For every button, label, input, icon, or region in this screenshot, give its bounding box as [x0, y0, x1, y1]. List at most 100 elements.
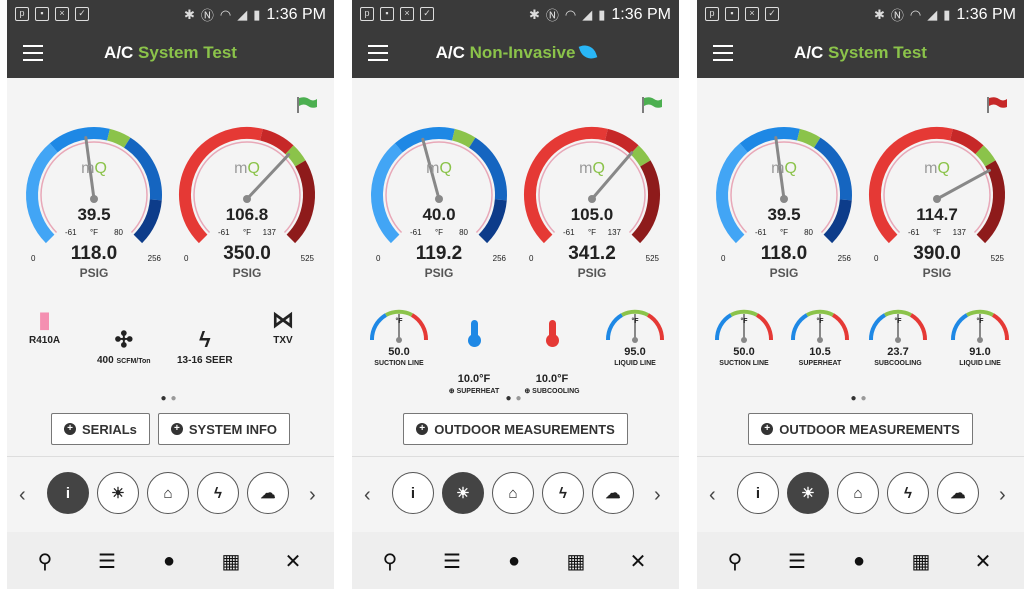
bluetooth-icon: ✱ — [873, 6, 885, 22]
info-category-button[interactable]: i — [392, 472, 434, 514]
subcooling-reading[interactable]: 10.0°F ⊕ SUBCOOLING — [514, 320, 590, 395]
low-pressure-max: 256 — [837, 254, 851, 263]
power-category-button[interactable]: ϟ — [197, 472, 239, 514]
high-pressure-unit: PSIG — [577, 266, 607, 280]
cloud-sun-icon: ☁ — [605, 485, 621, 502]
chart-icon[interactable]: ▦ — [907, 547, 935, 575]
chevron-right-icon[interactable]: › — [999, 484, 1006, 507]
low-pressure-unit: PSIG — [424, 266, 454, 280]
chevron-left-icon[interactable]: ‹ — [19, 484, 26, 507]
info-category-button[interactable]: i — [737, 472, 779, 514]
tools-icon[interactable]: ✕ — [969, 547, 997, 575]
high-pressure-max: 525 — [645, 254, 659, 263]
superheat-mini-gauge[interactable]: °F 10.5 SUPERHEAT — [785, 300, 855, 400]
nfc-icon: Ⓝ — [890, 8, 904, 23]
weather-category-button[interactable]: ☁ — [937, 472, 979, 514]
list-icon[interactable]: ☰ — [438, 547, 466, 575]
power-category-button[interactable]: ϟ — [542, 472, 584, 514]
tools-icon[interactable]: ✕ — [279, 547, 307, 575]
record-icon[interactable]: ● — [155, 547, 183, 575]
divider — [7, 456, 334, 457]
low-temp-value: 40.0 — [422, 205, 456, 224]
system-info-item[interactable]: ϟ 13-16 SEER — [177, 325, 233, 366]
chevron-right-icon[interactable]: › — [654, 484, 661, 507]
lightning-icon: ϟ — [214, 484, 222, 502]
check-icon: ✓ — [420, 7, 434, 21]
chart-icon[interactable]: ▦ — [562, 547, 590, 575]
power-category-button[interactable]: ϟ — [887, 472, 929, 514]
home-category-button[interactable]: ⌂ — [147, 472, 189, 514]
high-side-gauge[interactable]: mQ 105.0 -61 °F 137 341.2 PSIG 0 525 — [517, 120, 667, 290]
location-pin-icon[interactable]: ⚲ — [31, 547, 59, 575]
green-flag-icon — [642, 97, 662, 113]
home-category-button[interactable]: ⌂ — [837, 472, 879, 514]
chevron-left-icon[interactable]: ‹ — [709, 484, 716, 507]
outdoor-measurements-button[interactable]: + OUTDOOR MEASUREMENTS — [748, 413, 973, 445]
tools-icon[interactable]: ✕ — [624, 547, 652, 575]
high-pressure-min: 0 — [874, 254, 879, 263]
cloud-sun-icon: ☁ — [260, 485, 276, 502]
image-icon: ▪ — [380, 7, 394, 21]
record-icon[interactable]: ● — [500, 547, 528, 575]
location-pin-icon[interactable]: ⚲ — [721, 547, 749, 575]
page-indicator: ●● — [160, 393, 181, 404]
high-pressure-max: 525 — [990, 254, 1004, 263]
refrigerant-tank-icon: ▮ — [38, 307, 51, 332]
high-side-gauge[interactable]: mQ 114.7 -61 °F 137 390.0 PSIG 0 525 — [862, 120, 1012, 290]
thermometer-icon — [545, 320, 559, 347]
chevron-right-icon[interactable]: › — [309, 484, 316, 507]
green-flag-icon — [297, 97, 317, 113]
check-icon: ✓ — [75, 7, 89, 21]
home-category-button[interactable]: ⌂ — [492, 472, 534, 514]
system-info-item[interactable]: ▮ R410A — [29, 305, 60, 346]
record-icon[interactable]: ● — [845, 547, 873, 575]
outdoor-measurements-button[interactable]: + OUTDOOR MEASUREMENTS — [403, 413, 628, 445]
serials-button[interactable]: + SERIALs — [50, 413, 150, 445]
low-temp-value: 39.5 — [77, 205, 111, 224]
error-icon: × — [400, 7, 414, 21]
location-pin-icon[interactable]: ⚲ — [376, 547, 404, 575]
info-category-button[interactable]: i — [47, 472, 89, 514]
high-temp-unit: °F — [932, 228, 942, 237]
bottom-toolbar: ⚲ ☰ ● ▦ ✕ — [352, 532, 679, 589]
low-temp-max: 80 — [804, 228, 813, 237]
system-info-item[interactable]: ✣ 400 SCFM/Ton — [97, 325, 151, 366]
weather-category-button[interactable]: ☁ — [247, 472, 289, 514]
system-info-item[interactable]: ⋈ TXV — [272, 305, 294, 346]
mq-logo: mQ — [426, 160, 452, 177]
high-side-gauge[interactable]: mQ 106.8 -61 °F 137 350.0 PSIG 0 525 — [172, 120, 322, 290]
subcooling-mini-gauge[interactable]: °F 23.7 SUBCOOLING — [863, 300, 933, 400]
mq-logo: mQ — [81, 160, 107, 177]
low-side-gauge[interactable]: mQ 40.0 -61 °F 80 119.2 PSIG 0 256 — [364, 120, 514, 290]
superheat-reading[interactable]: 10.0°F ⊕ SUPERHEAT — [436, 320, 512, 395]
chart-icon[interactable]: ▦ — [217, 547, 245, 575]
low-temp-unit: °F — [89, 228, 99, 237]
sun-category-button[interactable]: ☀ — [97, 472, 139, 514]
list-icon[interactable]: ☰ — [783, 547, 811, 575]
liquid-line-mini-gauge[interactable]: °F 95.0 LIQUID LINE — [600, 300, 670, 400]
weather-category-button[interactable]: ☁ — [592, 472, 634, 514]
status-bar: p ▪ × ✓ ✱ Ⓝ ◠ ◢ ▮ 1:36 PM — [7, 0, 334, 30]
chevron-left-icon[interactable]: ‹ — [364, 484, 371, 507]
list-icon[interactable]: ☰ — [93, 547, 121, 575]
liquid-line-mini-gauge[interactable]: °F 91.0 LIQUID LINE — [945, 300, 1015, 400]
sun-category-button[interactable]: ☀ — [442, 472, 484, 514]
sun-category-button[interactable]: ☀ — [787, 472, 829, 514]
suction-line-mini-gauge[interactable]: °F 50.0 SUCTION LINE — [364, 300, 434, 400]
low-pressure-max: 256 — [492, 254, 506, 263]
high-temp-unit: °F — [587, 228, 597, 237]
plus-circle-icon: + — [416, 423, 429, 435]
system-info-button[interactable]: + SYSTEM INFO — [157, 413, 291, 445]
phone-screen-2: p ▪ × ✓ ✱ Ⓝ ◠ ◢ ▮ 1:36 PM A/C Non-Invasi… — [352, 0, 679, 589]
high-temp-unit: °F — [242, 228, 252, 237]
high-temp-value: 114.7 — [916, 205, 958, 224]
notification-icon: p — [360, 7, 374, 21]
low-side-gauge[interactable]: mQ 39.5 -61 °F 80 118.0 PSIG 0 256 — [19, 120, 169, 290]
low-side-gauge[interactable]: mQ 39.5 -61 °F 80 118.0 PSIG 0 256 — [709, 120, 859, 290]
plus-circle-icon: + — [63, 423, 76, 435]
low-temp-value: 39.5 — [767, 205, 801, 224]
notification-icon: p — [705, 7, 719, 21]
battery-icon: ▮ — [598, 6, 606, 22]
suction-line-mini-gauge[interactable]: °F 50.0 SUCTION LINE — [709, 300, 779, 400]
low-pressure-value: 118.0 — [760, 243, 808, 264]
